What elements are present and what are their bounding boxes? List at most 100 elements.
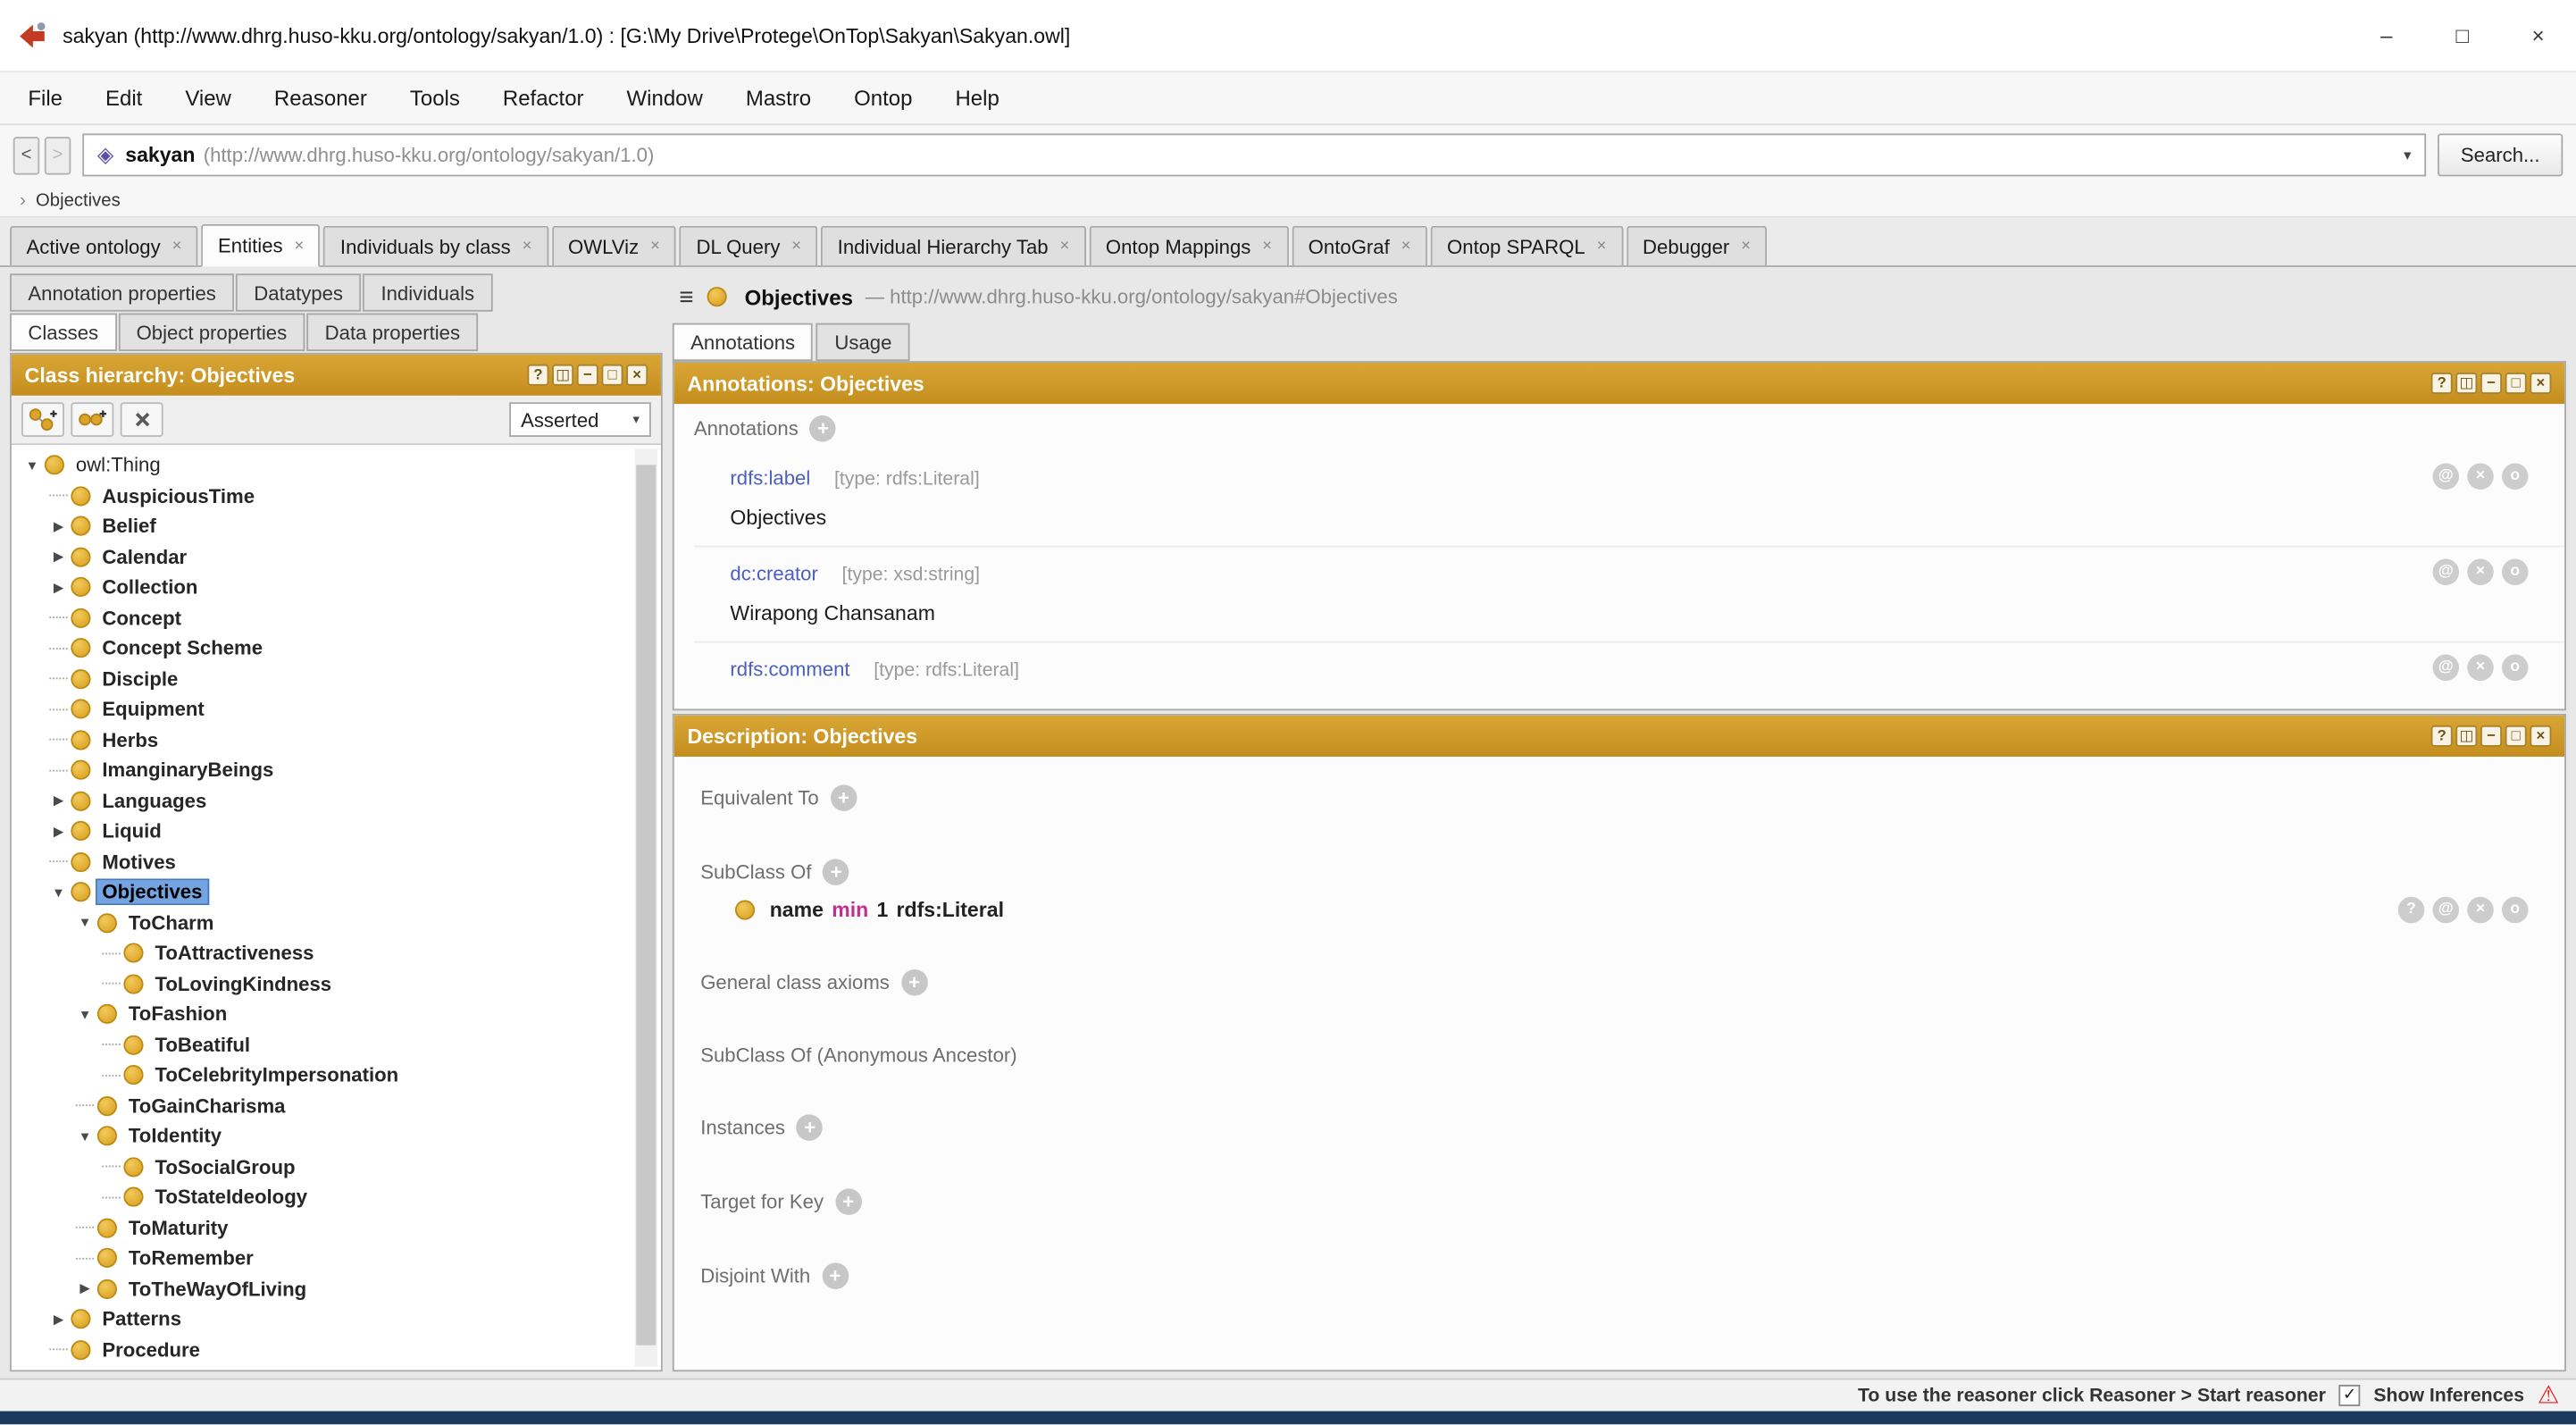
tree-item-label[interactable]: Motives bbox=[97, 851, 181, 874]
add-instance-icon[interactable]: + bbox=[797, 1114, 824, 1141]
menu-item[interactable]: Tools bbox=[389, 72, 481, 123]
subtab[interactable]: Object properties bbox=[118, 314, 305, 351]
tree-scrollbar-thumb[interactable] bbox=[636, 465, 656, 1345]
tree-row[interactable]: ToRemember bbox=[12, 1243, 631, 1273]
delete-class-button[interactable] bbox=[121, 402, 163, 437]
tree-item-label[interactable]: AuspiciousTime bbox=[97, 484, 260, 507]
back-button[interactable]: < bbox=[13, 136, 40, 173]
tree-item-label[interactable]: ToCelebrityImpersonation bbox=[150, 1064, 404, 1087]
tab-close-icon[interactable]: × bbox=[172, 238, 182, 256]
panel-close-icon[interactable]: × bbox=[2530, 725, 2551, 747]
tree-toggle-icon[interactable] bbox=[48, 694, 70, 725]
menu-item[interactable]: Refactor bbox=[481, 72, 606, 123]
tree-toggle-icon[interactable]: ▼ bbox=[74, 908, 96, 938]
menu-item[interactable]: View bbox=[163, 72, 253, 123]
tree-row[interactable]: ToStateIdeology bbox=[12, 1182, 631, 1212]
tree-toggle-icon[interactable] bbox=[101, 1029, 122, 1060]
tree-item-label[interactable]: ToFashion bbox=[123, 1002, 231, 1026]
menu-item[interactable]: Mastro bbox=[724, 72, 832, 123]
menu-item[interactable]: Ontop bbox=[832, 72, 933, 123]
tab-close-icon[interactable]: × bbox=[791, 238, 801, 256]
tree-row[interactable]: ▼ ToFashion bbox=[12, 999, 631, 1029]
tab-close-icon[interactable]: × bbox=[1401, 238, 1411, 256]
main-tab[interactable]: DL Query × bbox=[680, 226, 818, 265]
tree-toggle-icon[interactable]: ▶ bbox=[48, 816, 70, 846]
tree-item-label[interactable]: Belief bbox=[97, 515, 161, 538]
ontology-selector[interactable]: ◈ sakyan (http://www.dhrg.huso-kku.org/o… bbox=[82, 133, 2426, 176]
annotation-property[interactable]: rdfs:comment bbox=[730, 658, 849, 681]
tree-row[interactable]: Equipment bbox=[12, 694, 631, 725]
tab-close-icon[interactable]: × bbox=[650, 238, 660, 256]
tree-row[interactable]: ImanginaryBeings bbox=[12, 755, 631, 785]
tree-item-label[interactable]: Disciple bbox=[97, 667, 183, 691]
tree-toggle-icon[interactable]: ▶ bbox=[48, 572, 70, 602]
tree-item-label[interactable]: Equipment bbox=[97, 698, 209, 721]
tab-close-icon[interactable]: × bbox=[1060, 238, 1070, 256]
panel-help-icon[interactable]: ? bbox=[527, 365, 548, 386]
menu-item[interactable]: Edit bbox=[84, 72, 163, 123]
tree-row[interactable]: AuspiciousTime bbox=[12, 481, 631, 511]
add-annotation-icon[interactable]: + bbox=[810, 415, 837, 442]
tree-item-label[interactable]: Patterns bbox=[97, 1308, 187, 1331]
edit-icon[interactable]: o bbox=[2502, 655, 2529, 682]
tree-toggle-icon[interactable]: ▼ bbox=[74, 1121, 96, 1152]
add-subclassof-icon[interactable]: + bbox=[823, 859, 849, 885]
tree-row[interactable]: Herbs bbox=[12, 725, 631, 755]
tree-row[interactable]: ▶ Patterns bbox=[12, 1304, 631, 1335]
tree-toggle-icon[interactable]: ▼ bbox=[74, 999, 96, 1029]
main-tab[interactable]: OntoGraf × bbox=[1292, 226, 1427, 265]
subtab[interactable]: Data properties bbox=[306, 314, 478, 351]
tree-item-label[interactable]: Procedure bbox=[97, 1338, 205, 1362]
tree-item-label[interactable]: Calendar bbox=[97, 545, 192, 568]
breadcrumb-item[interactable]: Objectives bbox=[36, 190, 121, 210]
add-disjoint-icon[interactable]: + bbox=[822, 1262, 849, 1289]
edit-icon[interactable]: o bbox=[2502, 559, 2529, 586]
panel-help-icon[interactable]: ? bbox=[2431, 725, 2453, 747]
tab-close-icon[interactable]: × bbox=[523, 238, 532, 256]
maximize-button[interactable]: □ bbox=[2424, 0, 2500, 71]
tab-close-icon[interactable]: × bbox=[1597, 238, 1607, 256]
menu-item[interactable]: Reasoner bbox=[253, 72, 389, 123]
tab-close-icon[interactable]: × bbox=[1262, 238, 1272, 256]
tree-row[interactable]: ▼ Objectives bbox=[12, 877, 631, 908]
tree-row[interactable]: ▶ Liquid bbox=[12, 816, 631, 846]
tree-toggle-icon[interactable] bbox=[48, 725, 70, 755]
tree-item-label[interactable]: ToBeatiful bbox=[150, 1033, 255, 1056]
tree-item-label[interactable]: ToRemember bbox=[123, 1246, 258, 1270]
editor-tab[interactable]: Usage bbox=[816, 323, 910, 361]
annotate-icon[interactable]: @ bbox=[2433, 464, 2460, 490]
tree-row[interactable]: ▶ Belief bbox=[12, 511, 631, 541]
annotation-property[interactable]: rdfs:label bbox=[730, 466, 810, 490]
tree-row[interactable]: ToCelebrityImpersonation bbox=[12, 1060, 631, 1090]
tree-toggle-icon[interactable] bbox=[48, 1335, 70, 1365]
tree-scrollbar[interactable] bbox=[634, 448, 657, 1367]
tree-item-label[interactable]: Objectives bbox=[97, 881, 207, 904]
tree-item-label[interactable]: ToStateIdeology bbox=[150, 1186, 313, 1209]
explain-icon[interactable]: ? bbox=[2398, 897, 2425, 924]
menu-item[interactable]: File bbox=[6, 72, 84, 123]
main-tab[interactable]: Ontop Mappings × bbox=[1089, 226, 1288, 265]
tree-row[interactable]: ▼ ToIdentity bbox=[12, 1121, 631, 1152]
tree-item-label[interactable]: owl:Thing bbox=[71, 454, 165, 477]
panel-float-icon[interactable]: ◫ bbox=[552, 365, 573, 386]
panel-float-icon[interactable]: ◫ bbox=[2455, 725, 2477, 747]
tree-toggle-icon[interactable] bbox=[101, 1182, 122, 1212]
panel-close-icon[interactable]: × bbox=[626, 365, 648, 386]
add-sibling-class-button[interactable] bbox=[71, 402, 113, 437]
delete-icon[interactable]: × bbox=[2467, 897, 2494, 924]
tree-row[interactable]: Concept Scheme bbox=[12, 633, 631, 664]
panel-maximize-icon[interactable]: □ bbox=[2505, 373, 2527, 394]
panel-maximize-icon[interactable]: □ bbox=[601, 365, 623, 386]
tree-row[interactable]: ▶ Calendar bbox=[12, 541, 631, 572]
subtab[interactable]: Individuals bbox=[363, 273, 492, 311]
tab-close-icon[interactable]: × bbox=[295, 237, 305, 255]
tree-toggle-icon[interactable] bbox=[48, 847, 70, 877]
tree-toggle-icon[interactable]: ▶ bbox=[74, 1273, 96, 1303]
tree-toggle-icon[interactable]: ▶ bbox=[48, 1304, 70, 1335]
tree-row[interactable]: Procedure bbox=[12, 1335, 631, 1365]
tree-item-label[interactable]: ToSocialGroup bbox=[150, 1155, 300, 1178]
tree-item-label[interactable]: Herbs bbox=[97, 728, 163, 751]
tree-toggle-icon[interactable] bbox=[101, 968, 122, 999]
tree-item-label[interactable]: Languages bbox=[97, 789, 212, 812]
tree-row[interactable]: Concept bbox=[12, 602, 631, 633]
